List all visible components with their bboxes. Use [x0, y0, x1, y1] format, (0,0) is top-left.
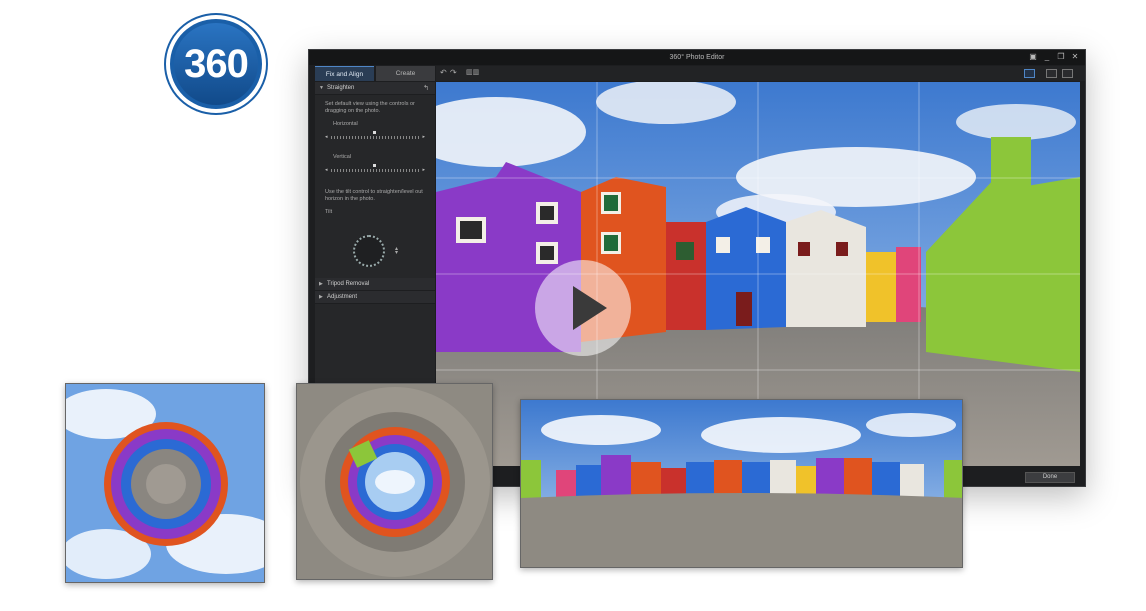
tilt-dial[interactable]: [353, 235, 385, 267]
redo-icon[interactable]: ↷: [450, 69, 457, 77]
window-titlebar: 360° Photo Editor ▣ _ ❐ ✕: [309, 50, 1085, 65]
tilt-label: Tilt: [325, 209, 333, 215]
compare-view-icon[interactable]: [1062, 69, 1073, 78]
close-icon[interactable]: ✕: [1071, 53, 1079, 61]
single-view-icon[interactable]: [1046, 69, 1057, 78]
tab-create[interactable]: Create: [376, 66, 435, 81]
adjustment-header[interactable]: ▶ Adjustment: [315, 291, 435, 304]
rabbit-hole-thumbnail[interactable]: [296, 383, 493, 580]
tripod-removal-header[interactable]: ▶ Tripod Removal: [315, 278, 435, 291]
horizontal-label: Horizontal: [333, 121, 358, 127]
undo-icon[interactable]: ↶: [440, 69, 447, 77]
horizontal-slider[interactable]: ◂ ▸: [325, 131, 425, 142]
done-button[interactable]: Done: [1025, 472, 1075, 483]
tilt-stepper-icon[interactable]: ▴ ▾: [395, 246, 398, 256]
360-logo: 360: [166, 15, 266, 113]
minimize-icon[interactable]: _: [1043, 53, 1051, 61]
mode-tabs: Fix and Align Create: [315, 66, 435, 81]
tab-fix-and-align[interactable]: Fix and Align: [315, 66, 374, 81]
collapse-arrow-icon: ▶: [319, 281, 323, 287]
slider-knob[interactable]: [373, 131, 376, 134]
straighten-header[interactable]: ▼ Straighten ↰: [315, 82, 435, 95]
slider-knob[interactable]: [373, 164, 376, 167]
straighten-instructions: Set default view using the controls or d…: [325, 101, 415, 114]
promo-stage: 360 360° Photo Editor ▣ _ ❐ ✕ Fix and Al…: [0, 0, 1146, 611]
tilt-instructions: Use the tilt control to straighten/level…: [325, 189, 423, 202]
viewer-toolbar: ↶ ↷ ▥▥: [436, 66, 1085, 81]
vertical-label: Vertical: [333, 154, 352, 160]
grid-view-icon[interactable]: [1024, 69, 1035, 78]
play-icon[interactable]: [535, 260, 631, 356]
window-title: 360° Photo Editor: [669, 54, 725, 61]
vertical-slider[interactable]: ◂ ▸: [325, 164, 425, 175]
snapshot-icon[interactable]: ▣: [1029, 53, 1037, 61]
reset-icon[interactable]: ↰: [423, 82, 429, 95]
logo-text: 360: [184, 41, 249, 86]
restore-icon[interactable]: ❐: [1057, 53, 1065, 61]
expand-arrow-icon: ▼: [319, 85, 324, 91]
panorama-thumbnail[interactable]: [520, 399, 963, 568]
collapse-arrow-icon: ▶: [319, 294, 323, 300]
tiny-planet-thumbnail[interactable]: [65, 383, 265, 583]
straighten-body: Set default view using the controls or d…: [315, 95, 435, 278]
filmstrip-icon[interactable]: ▥▥: [466, 69, 479, 77]
